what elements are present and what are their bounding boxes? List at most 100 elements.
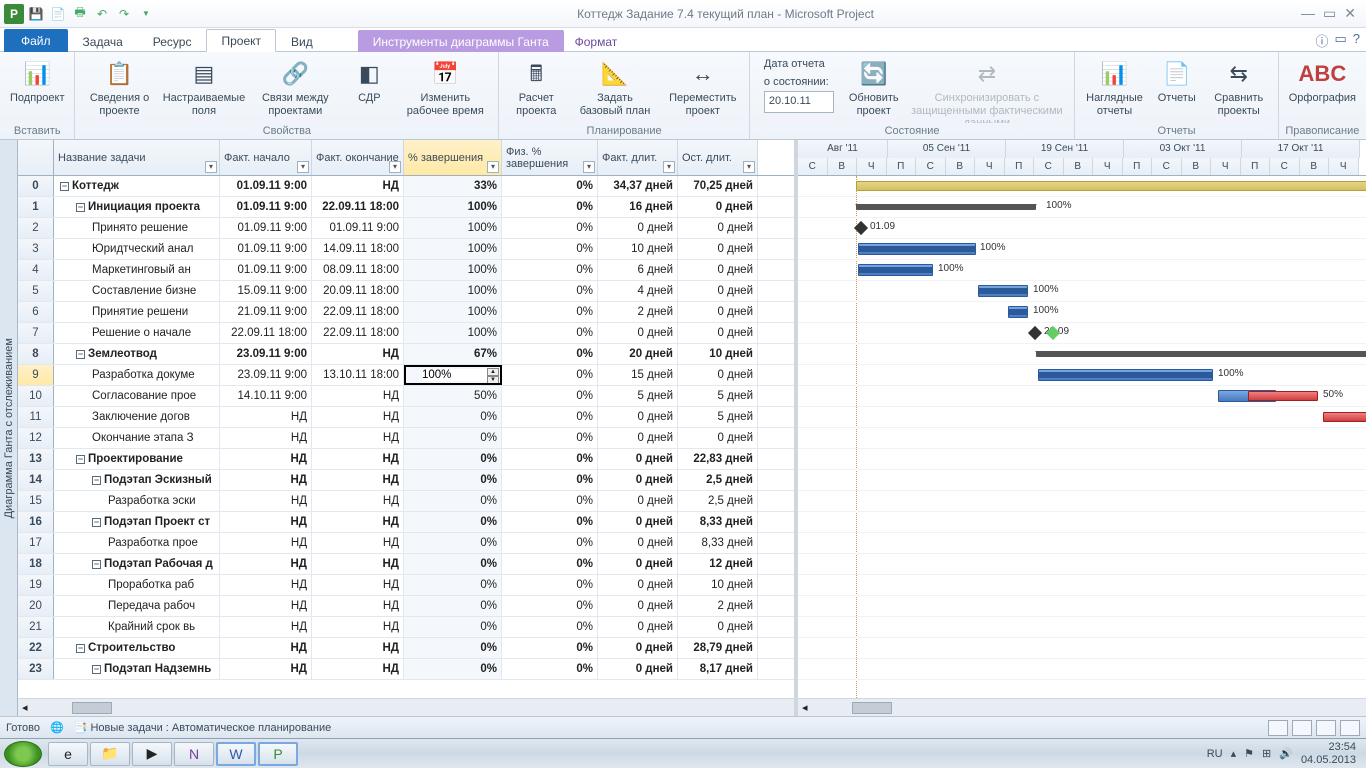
cell-dur[interactable]: 0 дней xyxy=(598,638,678,658)
cell-finish[interactable]: 08.09.11 18:00 xyxy=(312,260,404,280)
cell-name[interactable]: Согласование прое xyxy=(54,386,220,406)
cell-rem[interactable]: 0 дней xyxy=(678,428,758,448)
cell-dur[interactable]: 16 дней xyxy=(598,197,678,217)
cell-rem[interactable]: 2,5 дней xyxy=(678,491,758,511)
cell-pct[interactable]: 0% xyxy=(404,575,502,595)
gantt-body[interactable]: 100%01.09100%100%100%100%22.09100%50% xyxy=(798,176,1366,698)
cell-start[interactable]: 22.09.11 18:00 xyxy=(220,323,312,343)
spelling-button[interactable]: ABCОрфография xyxy=(1285,56,1360,107)
baseline-button[interactable]: 📐Задать базовый план xyxy=(573,56,656,119)
cell-name[interactable]: −Подэтап Проект ст xyxy=(54,512,220,532)
row-number[interactable]: 21 xyxy=(18,617,54,637)
cell-phys[interactable]: 0% xyxy=(502,176,598,196)
cell-pct[interactable]: 67% xyxy=(404,344,502,364)
tray-vol-icon[interactable]: 🔊 xyxy=(1279,747,1293,760)
gantt-row[interactable]: 100% xyxy=(798,302,1366,323)
cell-phys[interactable]: 0% xyxy=(502,659,598,679)
cell-start[interactable]: НД xyxy=(220,491,312,511)
taskbar-onenote[interactable]: N xyxy=(174,742,214,766)
cell-dur[interactable]: 0 дней xyxy=(598,218,678,238)
table-row[interactable]: 2Принято решение01.09.11 9:0001.09.11 9:… xyxy=(18,218,794,239)
cell-phys[interactable]: 0% xyxy=(502,239,598,259)
table-row[interactable]: 0−Коттедж01.09.11 9:00НД33%0%34,37 дней7… xyxy=(18,176,794,197)
cell-rem[interactable]: 8,33 дней xyxy=(678,533,758,553)
maximize-button[interactable]: ▭ xyxy=(1323,5,1336,22)
table-row[interactable]: 11Заключение договНДНД0%0%0 дней5 дней xyxy=(18,407,794,428)
tray-up-icon[interactable]: ▴ xyxy=(1231,747,1237,760)
gantt-row[interactable]: 50% xyxy=(798,386,1366,407)
table-row[interactable]: 12Окончание этапа ЗНДНД0%0%0 дней0 дней xyxy=(18,428,794,449)
compare-button[interactable]: ⇆Сравнить проекты xyxy=(1206,56,1272,119)
taskbar-media[interactable]: ▶ xyxy=(132,742,172,766)
cell-finish[interactable]: 13.10.11 18:00 xyxy=(312,365,404,385)
cell-pct[interactable]: 0% xyxy=(404,638,502,658)
table-row[interactable]: 6Принятие решени21.09.11 9:0022.09.11 18… xyxy=(18,302,794,323)
cell-rem[interactable]: 2,5 дней xyxy=(678,470,758,490)
calc-project-button[interactable]: 🖩Расчет проекта xyxy=(505,56,567,119)
gantt-bar[interactable] xyxy=(978,288,1028,294)
gantt-row[interactable] xyxy=(798,407,1366,428)
cell-dur[interactable]: 10 дней xyxy=(598,239,678,259)
cell-name[interactable]: Передача рабоч xyxy=(54,596,220,616)
table-row[interactable]: 18−Подэтап Рабочая дНДНД0%0%0 дней12 дне… xyxy=(18,554,794,575)
gantt-row[interactable] xyxy=(798,575,1366,596)
cell-rem[interactable]: 12 дней xyxy=(678,554,758,574)
cell-pct[interactable]: 100% xyxy=(404,197,502,217)
update-project-button[interactable]: 🔄Обновить проект xyxy=(848,56,900,119)
gantt-bar[interactable] xyxy=(858,267,933,273)
cell-finish[interactable]: 22.09.11 18:00 xyxy=(312,197,404,217)
cell-start[interactable]: НД xyxy=(220,428,312,448)
custom-fields-button[interactable]: ▤Настраиваемые поля xyxy=(164,56,245,119)
row-number[interactable]: 13 xyxy=(18,449,54,469)
cell-phys[interactable]: 0% xyxy=(502,260,598,280)
cell-name[interactable]: Принятие решени xyxy=(54,302,220,322)
cell-rem[interactable]: 0 дней xyxy=(678,239,758,259)
cell-phys[interactable]: 0% xyxy=(502,281,598,301)
cell-phys[interactable]: 0% xyxy=(502,218,598,238)
gantt-bar[interactable] xyxy=(856,181,1366,191)
cell-finish[interactable]: 01.09.11 9:00 xyxy=(312,218,404,238)
gantt-row[interactable] xyxy=(798,533,1366,554)
col-finish[interactable]: Факт. окончание▾ xyxy=(312,140,404,175)
ribbon-min-icon[interactable]: ▭ xyxy=(1334,31,1346,50)
cell-phys[interactable]: 0% xyxy=(502,407,598,427)
gantt-bar[interactable] xyxy=(1323,412,1366,422)
cell-phys[interactable]: 0% xyxy=(502,197,598,217)
row-number[interactable]: 6 xyxy=(18,302,54,322)
cell-rem[interactable]: 0 дней xyxy=(678,302,758,322)
row-number[interactable]: 4 xyxy=(18,260,54,280)
cell-name[interactable]: −Подэтап Эскизный xyxy=(54,470,220,490)
cell-start[interactable]: НД xyxy=(220,449,312,469)
cell-pct[interactable]: 0% xyxy=(404,470,502,490)
sheet-body[interactable]: 0−Коттедж01.09.11 9:00НД33%0%34,37 дней7… xyxy=(18,176,794,698)
save-as-icon[interactable]: 📄 xyxy=(48,4,68,24)
status-newtasks[interactable]: 📑 Новые задачи : Автоматическое планиров… xyxy=(74,721,332,734)
table-row[interactable]: 14−Подэтап ЭскизныйНДНД0%0%0 дней2,5 дне… xyxy=(18,470,794,491)
cell-phys[interactable]: 0% xyxy=(502,344,598,364)
cell-start[interactable]: 01.09.11 9:00 xyxy=(220,176,312,196)
cell-rem[interactable]: 5 дней xyxy=(678,407,758,427)
row-number[interactable]: 3 xyxy=(18,239,54,259)
taskbar-explorer[interactable]: 📁 xyxy=(90,742,130,766)
cell-finish[interactable]: НД xyxy=(312,596,404,616)
taskbar-project[interactable]: P xyxy=(258,742,298,766)
table-row[interactable]: 3Юридтческий анал01.09.11 9:0014.09.11 1… xyxy=(18,239,794,260)
cell-pct[interactable]: 100% xyxy=(404,302,502,322)
view-resource-button[interactable] xyxy=(1340,720,1360,736)
header-corner[interactable] xyxy=(18,140,54,175)
reports-button[interactable]: 📄Отчеты xyxy=(1154,56,1200,107)
cell-start[interactable]: НД xyxy=(220,659,312,679)
gantt-bar[interactable] xyxy=(1038,372,1213,378)
table-row[interactable]: 10Согласование прое14.10.11 9:00НД50%0%5… xyxy=(18,386,794,407)
cell-finish[interactable]: 14.09.11 18:00 xyxy=(312,239,404,259)
cell-rem[interactable]: 10 дней xyxy=(678,575,758,595)
cell-rem[interactable]: 8,33 дней xyxy=(678,512,758,532)
cell-dur[interactable]: 0 дней xyxy=(598,323,678,343)
cell-finish[interactable]: НД xyxy=(312,491,404,511)
row-number[interactable]: 16 xyxy=(18,512,54,532)
cell-finish[interactable]: НД xyxy=(312,470,404,490)
save-icon[interactable]: 💾 xyxy=(26,4,46,24)
cell-pct[interactable]: 100% xyxy=(404,218,502,238)
cell-name[interactable]: Решение о начале xyxy=(54,323,220,343)
col-pct[interactable]: % завершения▾ xyxy=(404,140,502,175)
